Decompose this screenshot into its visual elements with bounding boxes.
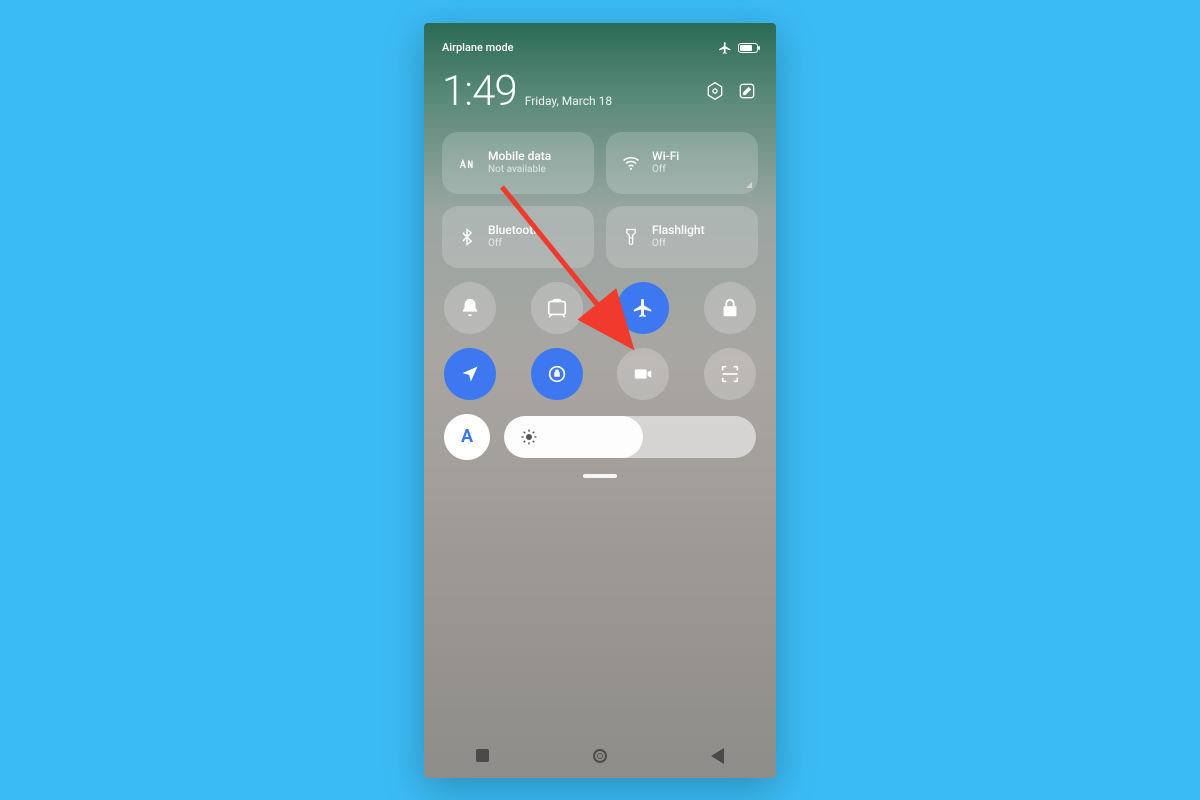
clock-row: 1:49 Friday, March 18 xyxy=(424,61,776,132)
battery-icon xyxy=(738,43,758,53)
airplane-icon xyxy=(632,297,654,319)
nav-home-button[interactable] xyxy=(593,749,607,763)
brightness-slider[interactable] xyxy=(504,416,756,458)
navigation-bar xyxy=(424,734,776,778)
scanner-toggle[interactable] xyxy=(704,348,756,400)
wifi-tile[interactable]: Wi-Fi Off xyxy=(606,132,758,194)
mobile-data-sub: Not available xyxy=(488,164,551,176)
flashlight-sub: Off xyxy=(652,238,705,250)
quick-settings-panel: Mobile data Not available Wi-Fi Off xyxy=(424,132,776,478)
airplane-icon xyxy=(718,41,732,55)
video-camera-icon xyxy=(632,363,654,385)
clock-time: 1:49 xyxy=(442,67,517,116)
status-mode-label: Airplane mode xyxy=(442,41,514,54)
expand-indicator-icon xyxy=(746,182,752,188)
airplane-toggle[interactable] xyxy=(617,282,669,334)
rotation-lock-toggle[interactable] xyxy=(531,348,583,400)
mobile-data-icon xyxy=(456,152,478,174)
bluetooth-label: Bluetooth xyxy=(488,224,540,238)
bell-icon xyxy=(459,297,481,319)
clock-date: Friday, March 18 xyxy=(525,94,612,108)
brightness-slider-fill xyxy=(504,416,643,458)
notifications-toggle[interactable] xyxy=(444,282,496,334)
status-icons xyxy=(718,41,758,55)
settings-button[interactable] xyxy=(704,80,726,102)
flashlight-icon xyxy=(620,226,642,248)
auto-brightness-label: A xyxy=(461,426,473,447)
screen-record-toggle[interactable] xyxy=(617,348,669,400)
rotation-lock-icon xyxy=(546,363,568,385)
location-toggle[interactable] xyxy=(444,348,496,400)
wifi-label: Wi-Fi xyxy=(652,150,679,164)
settings-hex-icon xyxy=(705,81,725,101)
bluetooth-sub: Off xyxy=(488,238,540,250)
nav-back-button[interactable] xyxy=(711,748,724,764)
mobile-data-tile[interactable]: Mobile data Not available xyxy=(442,132,594,194)
screenshot-icon xyxy=(546,297,568,319)
wifi-icon xyxy=(620,152,642,174)
wifi-sub: Off xyxy=(652,164,679,176)
phone-frame: Airplane mode 1:49 Friday, March 18 xyxy=(424,23,776,778)
nav-recent-button[interactable] xyxy=(476,749,489,762)
scan-icon xyxy=(719,363,741,385)
bluetooth-icon xyxy=(456,226,478,248)
lock-icon xyxy=(719,297,741,319)
location-arrow-icon xyxy=(460,364,480,384)
drag-handle[interactable] xyxy=(583,474,617,478)
brightness-icon xyxy=(520,428,538,446)
flashlight-label: Flashlight xyxy=(652,224,705,238)
flashlight-tile[interactable]: Flashlight Off xyxy=(606,206,758,268)
lock-toggle[interactable] xyxy=(704,282,756,334)
mobile-data-label: Mobile data xyxy=(488,150,551,164)
edit-button[interactable] xyxy=(736,80,758,102)
edit-icon xyxy=(737,81,757,101)
screenshot-toggle[interactable] xyxy=(531,282,583,334)
auto-brightness-button[interactable]: A xyxy=(444,414,490,460)
bluetooth-tile[interactable]: Bluetooth Off xyxy=(442,206,594,268)
status-bar: Airplane mode xyxy=(424,23,776,61)
